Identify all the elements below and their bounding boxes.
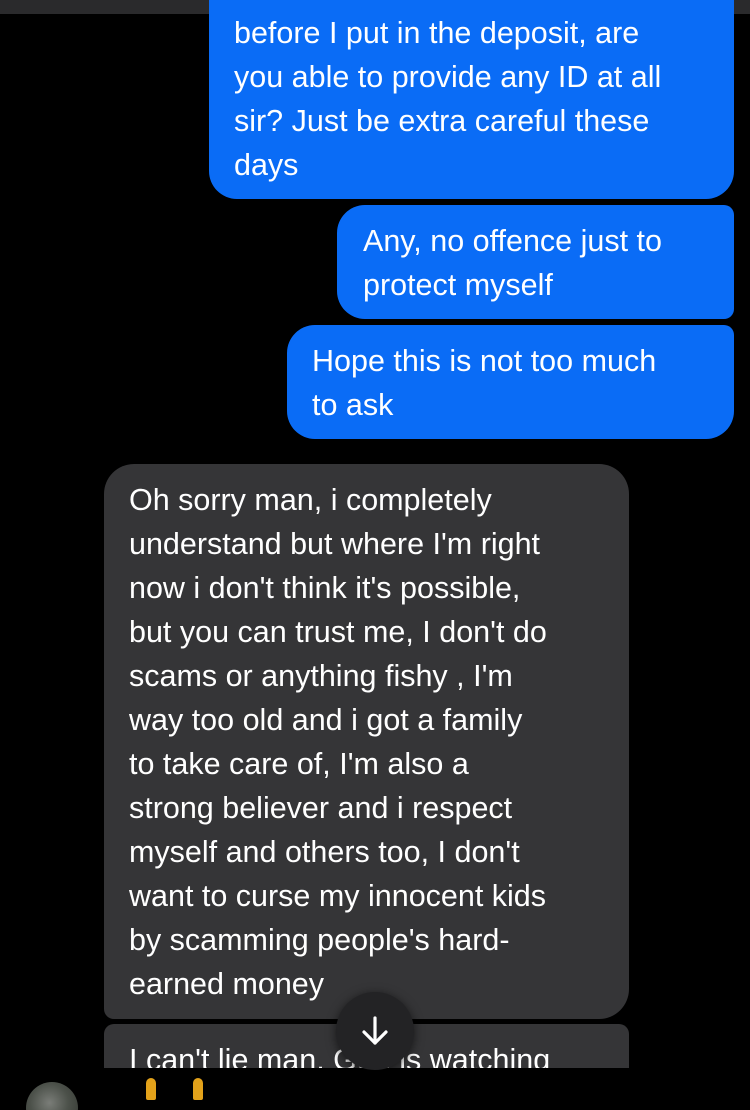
outgoing-message-bubble[interactable]: Hope this is not too much to ask (287, 325, 734, 439)
scroll-to-bottom-button[interactable] (336, 992, 414, 1070)
incoming-message-bubble[interactable]: Oh sorry man, i completely understand bu… (104, 464, 629, 1019)
arrow-down-icon (362, 1016, 388, 1045)
outgoing-message-bubble[interactable]: before I put in the deposit, are you abl… (209, 0, 734, 199)
message-list-bottom-edge (0, 1068, 750, 1110)
reaction-emoji-icon (193, 1078, 203, 1100)
outgoing-message-bubble[interactable]: Any, no offence just to protect myself (337, 205, 734, 319)
reaction-emoji-icon (146, 1078, 156, 1100)
